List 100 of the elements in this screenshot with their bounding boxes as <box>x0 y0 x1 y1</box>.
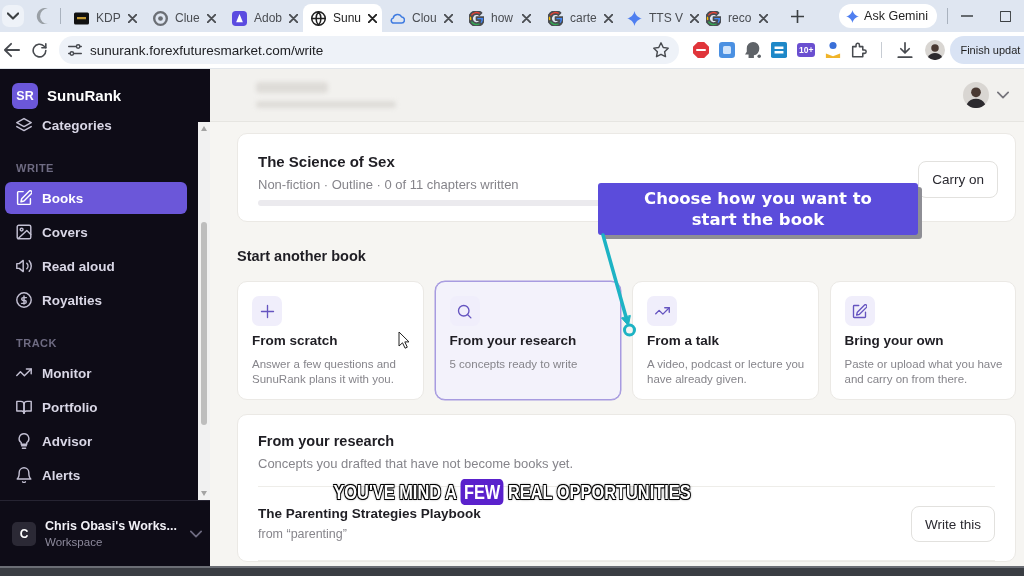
browser-tab[interactable]: TTS V <box>619 4 698 32</box>
mouse-cursor-icon <box>398 331 410 349</box>
nav-item[interactable]: Monitor <box>5 357 187 389</box>
g-logo-icon <box>548 10 563 26</box>
striped-tile-icon[interactable] <box>771 42 787 58</box>
concept-source: from “parenting” <box>258 526 347 543</box>
write-this-button[interactable]: Write this <box>911 506 995 542</box>
dark-square-icon <box>74 10 89 26</box>
option-card[interactable]: From a talk A video, podcast or lecture you have already given. <box>632 281 819 400</box>
address-bar[interactable]: sunurank.forexfuturesmarket.com/write <box>59 36 679 64</box>
plus-icon[interactable] <box>791 9 804 23</box>
workspace-role: Workspace <box>45 534 103 550</box>
nav-item[interactable]: Read aloud <box>5 250 187 282</box>
puzzle-icon[interactable] <box>851 42 868 58</box>
star-icon[interactable] <box>653 42 669 58</box>
dollar-circle-icon <box>16 292 32 308</box>
trend-up-icon <box>647 296 677 326</box>
browser-tab[interactable]: Clou <box>382 4 461 32</box>
option-card[interactable]: Bring your own Paste or upload what you have and carry on from there. <box>829 281 1016 400</box>
close-icon[interactable] <box>206 13 216 23</box>
layers-icon <box>16 117 32 133</box>
nav-item[interactable]: Books <box>5 182 187 214</box>
option-title: From a talk <box>647 333 720 349</box>
option-description: Answer a few questions and SunuRank plans it with you. <box>252 357 397 387</box>
nav-item[interactable]: Royalties <box>5 284 187 316</box>
carry-on-button[interactable]: Carry on <box>918 160 998 198</box>
workspace-name: Chris Obasi's Works... <box>45 517 177 535</box>
browser-tab[interactable]: Clue <box>145 4 224 32</box>
browser-tab[interactable]: Sunu <box>303 4 382 32</box>
close-icon[interactable] <box>443 13 453 23</box>
sparkle-icon <box>846 9 860 23</box>
close-icon[interactable] <box>690 13 699 23</box>
research-subtitle: Concepts you drafted that have not become books yet. <box>258 455 574 472</box>
bell-icon <box>16 467 32 483</box>
browser-tab[interactable]: Adob <box>224 4 303 32</box>
pencil-square-icon <box>844 296 875 326</box>
section-heading: TRACK <box>16 336 57 350</box>
person-icon[interactable] <box>825 42 842 58</box>
browser-tab[interactable]: how <box>461 4 540 32</box>
section-heading: WRITE <box>16 161 54 175</box>
back-arrow-icon[interactable] <box>4 42 20 58</box>
extension-badge[interactable]: 10+ <box>797 43 816 57</box>
head-icon[interactable] <box>745 42 761 58</box>
lightbulb-icon <box>16 433 32 449</box>
g-logo-icon <box>469 10 484 26</box>
browser-tab[interactable]: reco <box>698 4 777 32</box>
stop-sign-icon[interactable] <box>693 42 709 58</box>
browser-tab[interactable]: carte <box>540 4 619 32</box>
nav-item[interactable]: Categories <box>5 109 187 141</box>
chevron-down-icon[interactable] <box>997 89 1009 101</box>
book-meta: Non-fiction · Outline · 0 of 11 chapters written <box>258 176 519 194</box>
g-logo-icon <box>706 10 721 26</box>
nav-item[interactable]: Alerts <box>5 459 187 491</box>
tile-icon[interactable] <box>719 42 735 58</box>
workspace-switcher[interactable]: C Chris Obasi's Works... Workspace <box>12 517 202 550</box>
avatar-icon[interactable] <box>925 40 946 60</box>
option-card[interactable]: From your research 5 concepts ready to write <box>434 281 621 400</box>
globe-icon <box>311 10 326 26</box>
pencil-square-icon <box>16 190 32 206</box>
close-icon[interactable] <box>759 13 768 23</box>
image-icon <box>16 224 32 240</box>
download-icon[interactable] <box>897 42 914 58</box>
option-description: Paste or upload what you have and carry on from there. <box>844 357 1004 387</box>
avatar-icon[interactable] <box>963 82 989 108</box>
option-description: 5 concepts ready to write <box>449 357 578 372</box>
maximize-icon <box>999 10 1011 22</box>
tune-icon[interactable] <box>68 43 82 57</box>
chevron-down-icon <box>7 10 19 22</box>
option-description: A video, podcast or lecture you have already given. <box>647 357 806 387</box>
option-card[interactable]: From scratch Answer a few questions and SunuRank plans it with you. <box>237 281 424 400</box>
speaker-icon <box>16 258 32 274</box>
concept-title: The Parenting Strategies Playbook <box>258 505 481 522</box>
close-icon[interactable] <box>127 13 137 23</box>
research-heading: From your research <box>258 432 395 450</box>
section-heading: Start another book <box>237 248 366 265</box>
scrollbar-thumb[interactable] <box>201 222 207 425</box>
tab-list-button[interactable] <box>2 5 24 27</box>
option-title: Bring your own <box>844 333 944 349</box>
scrollbar-track[interactable] <box>198 122 210 500</box>
nav-item[interactable]: Advisor <box>5 425 187 457</box>
nav-item[interactable]: Portfolio <box>5 391 187 423</box>
option-title: From scratch <box>252 333 338 349</box>
book-icon <box>16 399 32 415</box>
browser-tab[interactable]: KDP <box>66 4 145 32</box>
logo-badge: SR <box>12 83 38 109</box>
close-icon[interactable] <box>368 13 378 23</box>
finish-update-button[interactable]: Finish updat <box>950 36 1024 64</box>
ask-gemini-button[interactable]: Ask Gemini <box>839 4 937 28</box>
search-icon <box>449 296 480 326</box>
app-tile-icon <box>232 10 247 26</box>
plus-icon <box>252 296 282 326</box>
workspace-avatar: C <box>12 521 36 546</box>
book-title: The Science of Sex <box>258 152 395 172</box>
brand-name: SunuRank <box>47 86 122 106</box>
close-icon[interactable] <box>603 13 613 23</box>
close-icon[interactable] <box>522 13 531 23</box>
close-icon[interactable] <box>289 13 299 23</box>
nav-item[interactable]: Covers <box>5 216 187 248</box>
sparkle-icon <box>627 10 642 26</box>
reload-icon[interactable] <box>32 42 47 58</box>
